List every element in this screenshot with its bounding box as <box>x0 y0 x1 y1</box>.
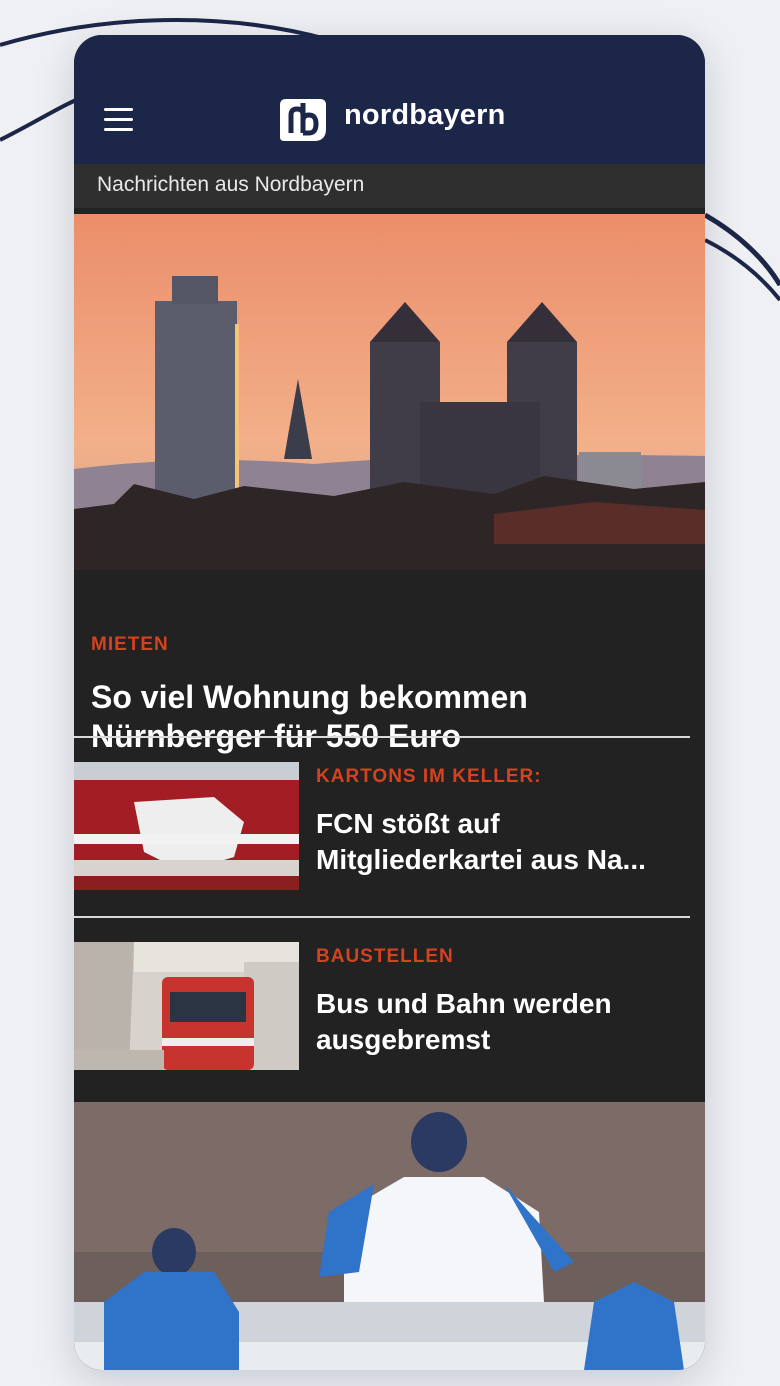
divider <box>74 736 690 738</box>
hamburger-menu-icon[interactable] <box>102 108 136 132</box>
featured-article-image[interactable] <box>74 1102 705 1370</box>
article-title-line: ausgebremst <box>316 1024 491 1055</box>
app-header: nordbayern <box>74 35 705 164</box>
article-row[interactable]: BAUSTELLEN Bus und Bahn werden ausgebrem… <box>74 942 705 1070</box>
lead-article[interactable]: MIETEN So viel Wohnung bekommen Nürnberg… <box>74 570 705 754</box>
article-title[interactable]: FCN stößt auf Mitgliederkartei aus Na... <box>316 806 690 878</box>
article-kicker: BAUSTELLEN <box>316 946 454 967</box>
article-title[interactable]: Bus und Bahn werden ausgebremst <box>316 986 690 1058</box>
article-thumbnail <box>74 942 299 1070</box>
article-title-line: Bus und Bahn werden <box>316 988 612 1019</box>
lead-article-image[interactable] <box>74 214 705 570</box>
article-kicker: KARTONS IM KELLER: <box>316 766 542 787</box>
article-thumbnail <box>74 762 299 890</box>
app-screen: nordbayern Nachrichten aus Nordbayern MI… <box>74 35 705 1370</box>
article-row[interactable]: KARTONS IM KELLER: FCN stößt auf Mitglie… <box>74 762 705 890</box>
nordbayern-nb-logo-icon <box>280 99 326 141</box>
lead-article-kicker: MIETEN <box>91 634 169 655</box>
tagline-bar: Nachrichten aus Nordbayern <box>74 164 705 208</box>
lead-article-title[interactable]: So viel Wohnung bekommen Nürnberger für … <box>91 678 651 756</box>
article-title-line: Mitgliederkartei aus Na... <box>316 844 646 875</box>
divider <box>74 916 690 918</box>
brand-name[interactable]: nordbayern <box>344 99 506 132</box>
article-title-line: FCN stößt auf <box>316 808 500 839</box>
